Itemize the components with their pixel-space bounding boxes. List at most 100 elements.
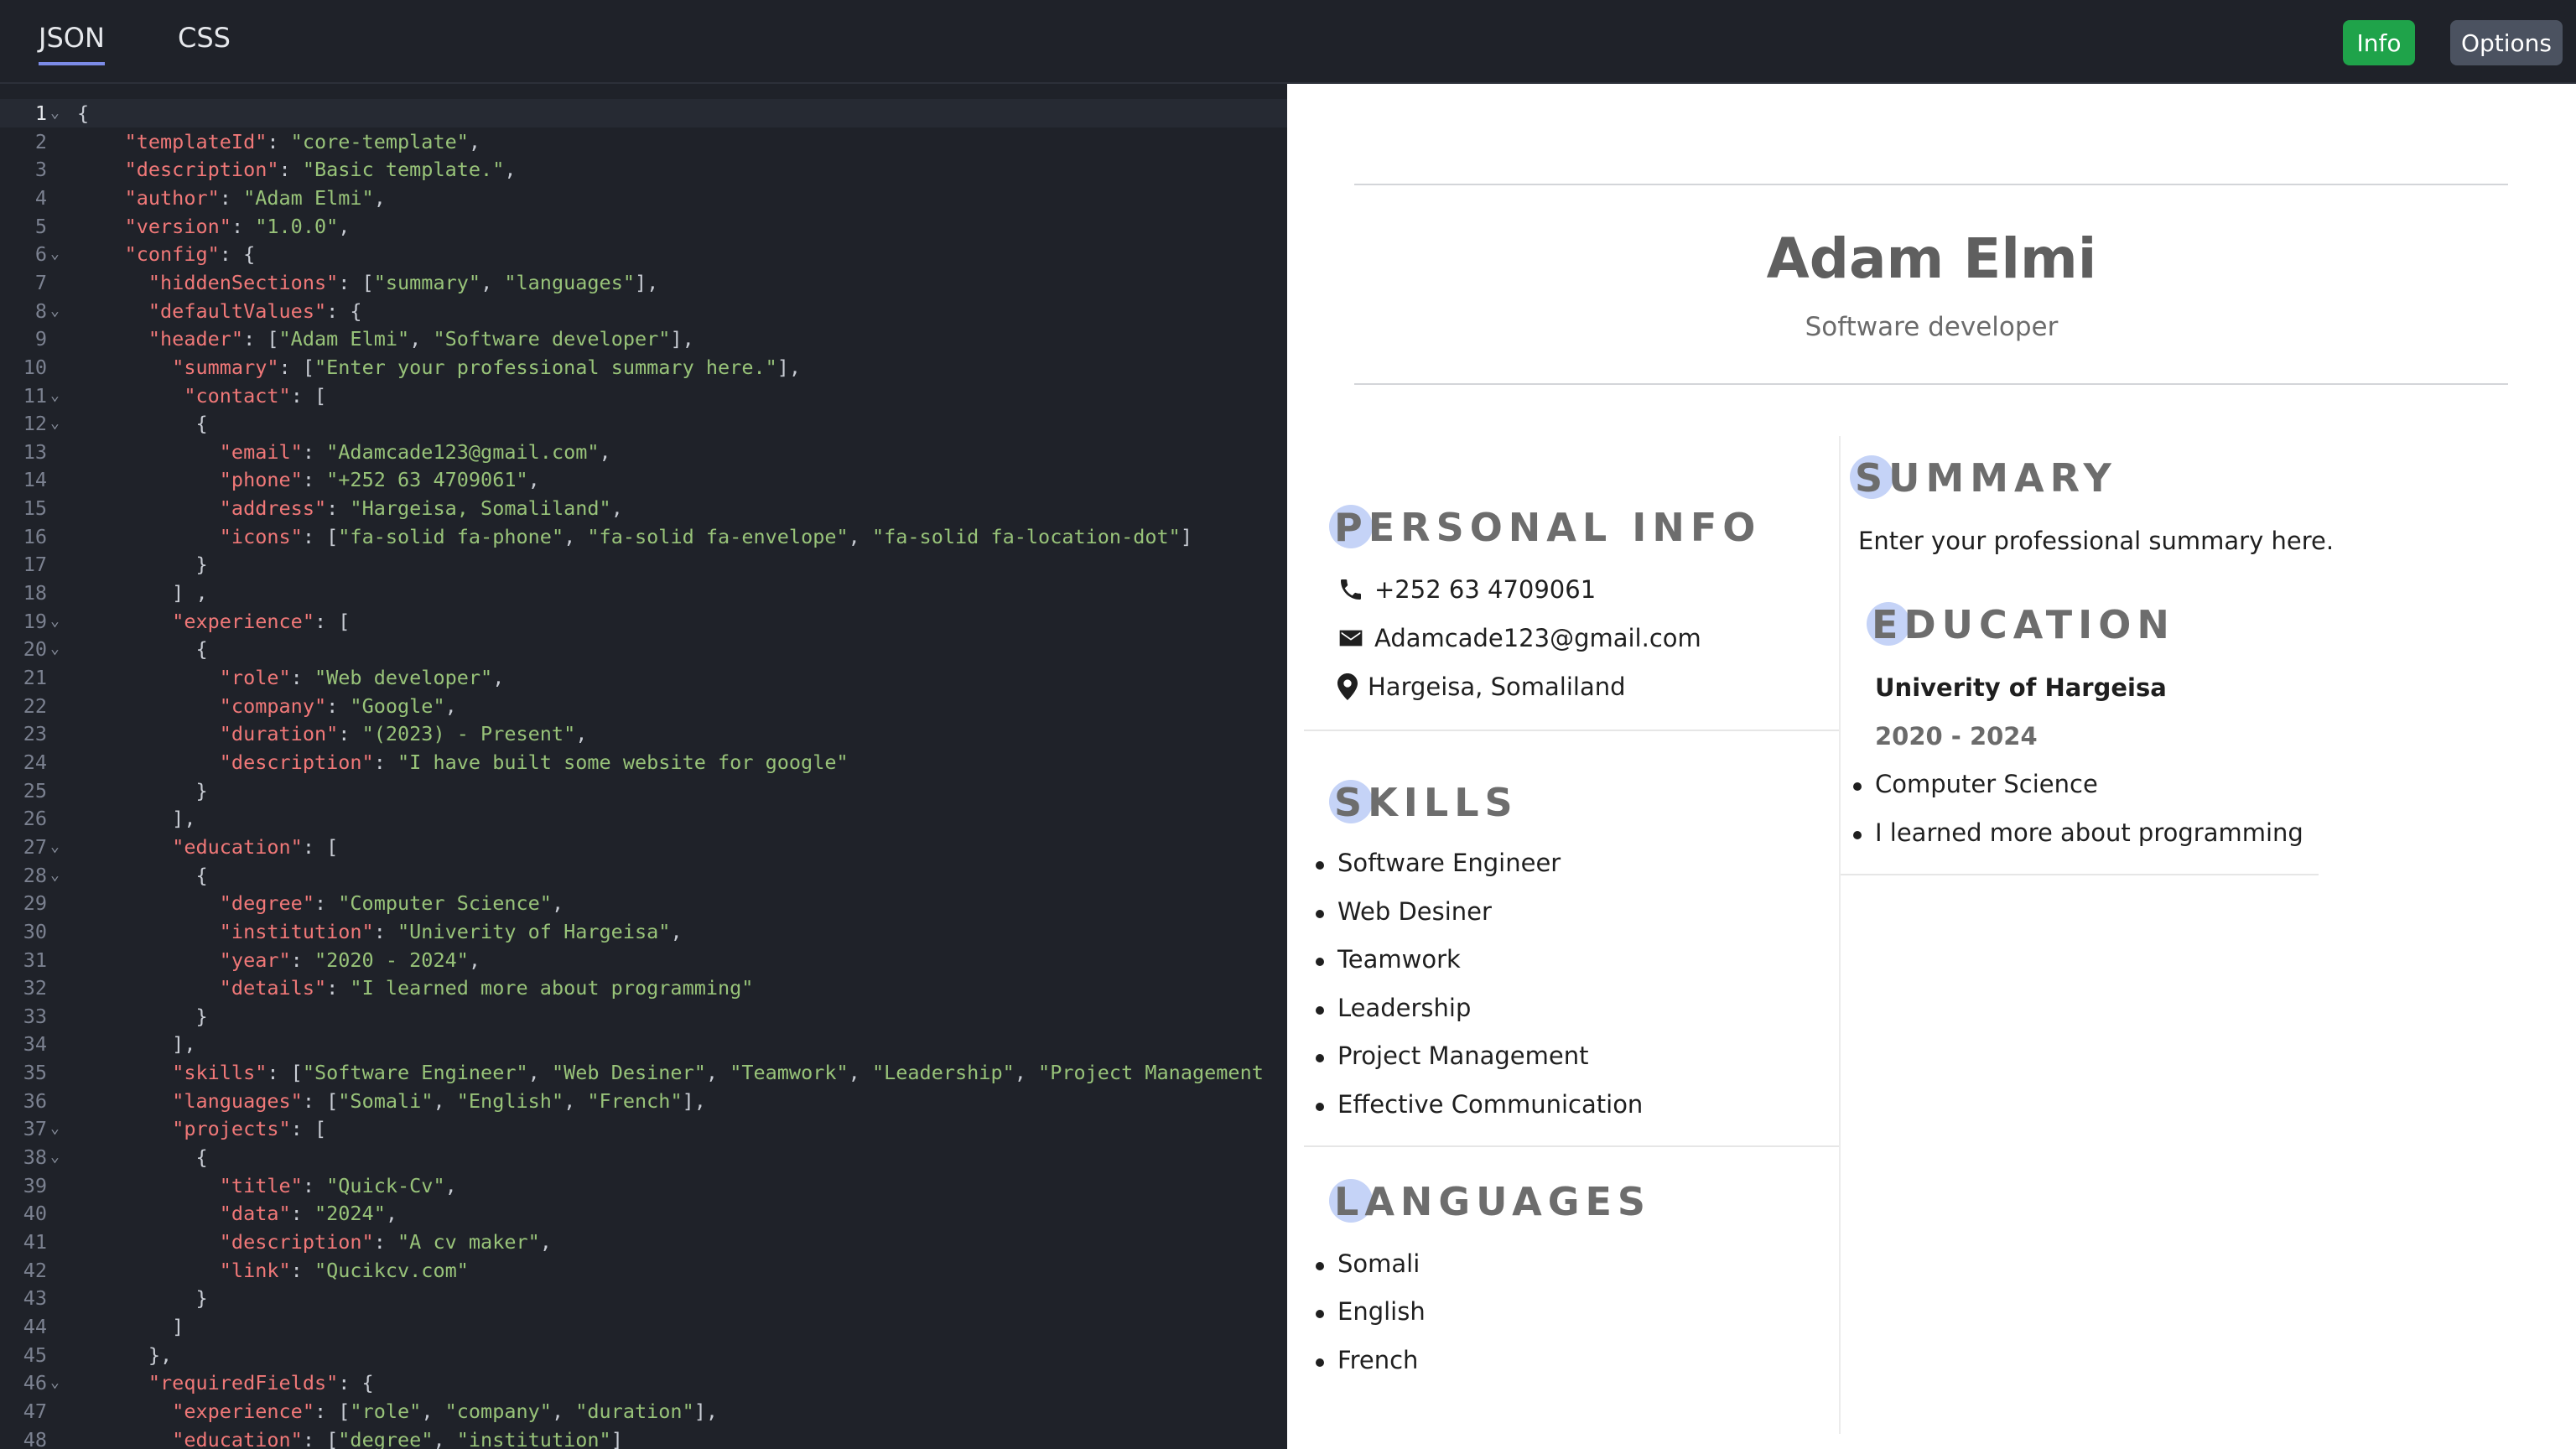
code-line[interactable]: 44 ] — [0, 1312, 1287, 1341]
code-line[interactable]: 24 "description": "I have built some web… — [0, 748, 1287, 776]
options-button[interactable]: Options — [2450, 20, 2563, 65]
fold-chevron-icon[interactable]: ⌄ — [50, 833, 60, 861]
code-line[interactable]: 2 "templateId": "core-template", — [0, 127, 1287, 156]
code-text: "institution": "Univerity of Hargeisa", — [219, 919, 683, 943]
line-number: 32 — [23, 976, 47, 1000]
fold-chevron-icon[interactable]: ⌄ — [50, 382, 60, 410]
code-line[interactable]: 6 ⌄ "config": { — [0, 240, 1287, 268]
line-number: 43 — [23, 1286, 47, 1311]
code-line[interactable]: 48 "education": ["degree", "institution"… — [0, 1426, 1287, 1449]
code-line[interactable]: 23 "duration": "(2023) - Present", — [0, 719, 1287, 748]
fold-chevron-icon[interactable]: ⌄ — [50, 297, 60, 325]
line-number: 15 — [23, 496, 47, 521]
code-line[interactable]: 39 "title": "Quick-Cv", — [0, 1171, 1287, 1200]
code-line[interactable]: 11 ⌄ "contact": [ — [0, 382, 1287, 410]
line-number: 5 — [34, 214, 47, 238]
fold-chevron-icon[interactable]: ⌄ — [50, 1114, 60, 1143]
code-line[interactable]: 35 "skills": ["Software Engineer", "Web … — [0, 1058, 1287, 1087]
code-text: "config": { — [124, 242, 256, 267]
line-number: 14 — [23, 468, 47, 492]
code-text: "defaultValues": { — [148, 299, 362, 323]
code-line[interactable]: 4 "author": "Adam Elmi", — [0, 184, 1287, 212]
fold-chevron-icon[interactable]: ⌄ — [50, 861, 60, 890]
code-text: "email": "Adamcade123@gmail.com", — [219, 439, 611, 464]
code-line[interactable]: 30 "institution": "Univerity of Hargeisa… — [0, 917, 1287, 946]
fold-chevron-icon[interactable]: ⌄ — [50, 607, 60, 636]
code-line[interactable]: 43 } — [0, 1284, 1287, 1312]
code-line[interactable]: 21 "role": "Web developer", — [0, 663, 1287, 692]
code-line[interactable]: 1 ⌄ { — [0, 99, 1287, 127]
fold-chevron-icon[interactable]: ⌄ — [50, 635, 60, 663]
code-line[interactable]: 19 ⌄ "experience": [ — [0, 607, 1287, 636]
code-line[interactable]: 9 "header": ["Adam Elmi", "Software deve… — [0, 325, 1287, 353]
info-button[interactable]: Info — [2343, 20, 2415, 65]
line-number: 25 — [23, 778, 47, 802]
code-line[interactable]: 29 "degree": "Computer Science", — [0, 889, 1287, 917]
fold-chevron-icon[interactable]: ⌄ — [50, 99, 60, 127]
line-number: 28 — [23, 863, 47, 887]
top-bar: JSON CSS Info Options — [0, 0, 2576, 84]
header-divider-bottom — [1354, 383, 2508, 385]
code-line[interactable]: 40 "data": "2024", — [0, 1199, 1287, 1228]
education-year: 2020 - 2024 — [1875, 722, 2038, 750]
code-line[interactable]: 46 ⌄ "requiredFields": { — [0, 1368, 1287, 1397]
line-number: 20 — [23, 637, 47, 662]
tab-json[interactable]: JSON — [39, 22, 105, 65]
code-line[interactable]: 32 "details": "I learned more about prog… — [0, 974, 1287, 1002]
fold-chevron-icon[interactable]: ⌄ — [50, 1368, 60, 1397]
header-divider-top — [1354, 184, 2508, 185]
code-line[interactable]: 41 "description": "A cv maker", — [0, 1228, 1287, 1256]
code-line[interactable]: 7 "hiddenSections": ["summary", "languag… — [0, 268, 1287, 297]
skill-item: Project Management — [1315, 1041, 1589, 1070]
code-line[interactable]: 17 } — [0, 550, 1287, 579]
code-line[interactable]: 15 "address": "Hargeisa, Somaliland", — [0, 494, 1287, 522]
code-text: "year": "2020 - 2024", — [219, 948, 481, 972]
code-text: "duration": "(2023) - Present", — [219, 722, 588, 746]
code-line[interactable]: 27 ⌄ "education": [ — [0, 833, 1287, 861]
section-divider — [1304, 730, 1839, 731]
code-line[interactable]: 38 ⌄ { — [0, 1143, 1287, 1171]
code-line[interactable]: 25 } — [0, 776, 1287, 805]
code-line[interactable]: 28 ⌄ { — [0, 861, 1287, 890]
fold-chevron-icon[interactable]: ⌄ — [50, 240, 60, 268]
column-divider — [1839, 436, 1841, 1434]
code-text: "company": "Google", — [219, 693, 457, 718]
fold-chevron-icon[interactable]: ⌄ — [50, 409, 60, 438]
json-editor[interactable]: 1 ⌄{2 "templateId": "core-template", 3 "de… — [0, 84, 1287, 1449]
section-title-personal-info: PERSONAL INFO — [1329, 505, 1761, 550]
code-text: "experience": [ — [172, 609, 351, 633]
line-number: 36 — [23, 1088, 47, 1113]
contact-address: Hargeisa, Somaliland — [1337, 673, 1626, 701]
phone-icon — [1337, 576, 1364, 603]
code-line[interactable]: 12 ⌄ { — [0, 409, 1287, 438]
fold-chevron-icon[interactable]: ⌄ — [50, 1143, 60, 1171]
code-line[interactable]: 26 ], — [0, 804, 1287, 833]
code-line[interactable]: 3 "description": "Basic template.", — [0, 155, 1287, 184]
code-line[interactable]: 20 ⌄ { — [0, 635, 1287, 663]
code-line[interactable]: 13 "email": "Adamcade123@gmail.com", — [0, 438, 1287, 466]
code-line[interactable]: 5 "version": "1.0.0", — [0, 212, 1287, 241]
line-number: 37 — [23, 1117, 47, 1141]
code-text: "role": "Web developer", — [219, 666, 505, 689]
code-line[interactable]: 18 ] , — [0, 579, 1287, 607]
line-number: 26 — [23, 807, 47, 831]
code-line[interactable]: 37 ⌄ "projects": [ — [0, 1114, 1287, 1143]
tab-css[interactable]: CSS — [178, 22, 231, 65]
code-line[interactable]: 8 ⌄ "defaultValues": { — [0, 297, 1287, 325]
line-number: 9 — [34, 327, 47, 351]
code-line[interactable]: 31 "year": "2020 - 2024", — [0, 946, 1287, 974]
code-line[interactable]: 34 ], — [0, 1030, 1287, 1058]
code-line[interactable]: 22 "company": "Google", — [0, 692, 1287, 720]
code-line[interactable]: 10 "summary": ["Enter your professional … — [0, 353, 1287, 382]
code-line[interactable]: 42 "link": "Qucikcv.com" — [0, 1256, 1287, 1285]
code-text: "link": "Qucikcv.com" — [219, 1258, 469, 1282]
code-line[interactable]: 36 "languages": ["Somali", "English", "F… — [0, 1087, 1287, 1115]
code-line[interactable]: 33 } — [0, 1002, 1287, 1031]
code-line[interactable]: 47 "experience": ["role", "company", "du… — [0, 1397, 1287, 1426]
code-line[interactable]: 45 }, — [0, 1341, 1287, 1369]
code-text: }, — [77, 1343, 173, 1367]
code-text: "address": "Hargeisa, Somaliland", — [219, 496, 623, 521]
line-number: 4 — [34, 185, 47, 210]
code-line[interactable]: 14 "phone": "+252 63 4709061", — [0, 465, 1287, 494]
code-line[interactable]: 16 "icons": ["fa-solid fa-phone", "fa-so… — [0, 522, 1287, 551]
